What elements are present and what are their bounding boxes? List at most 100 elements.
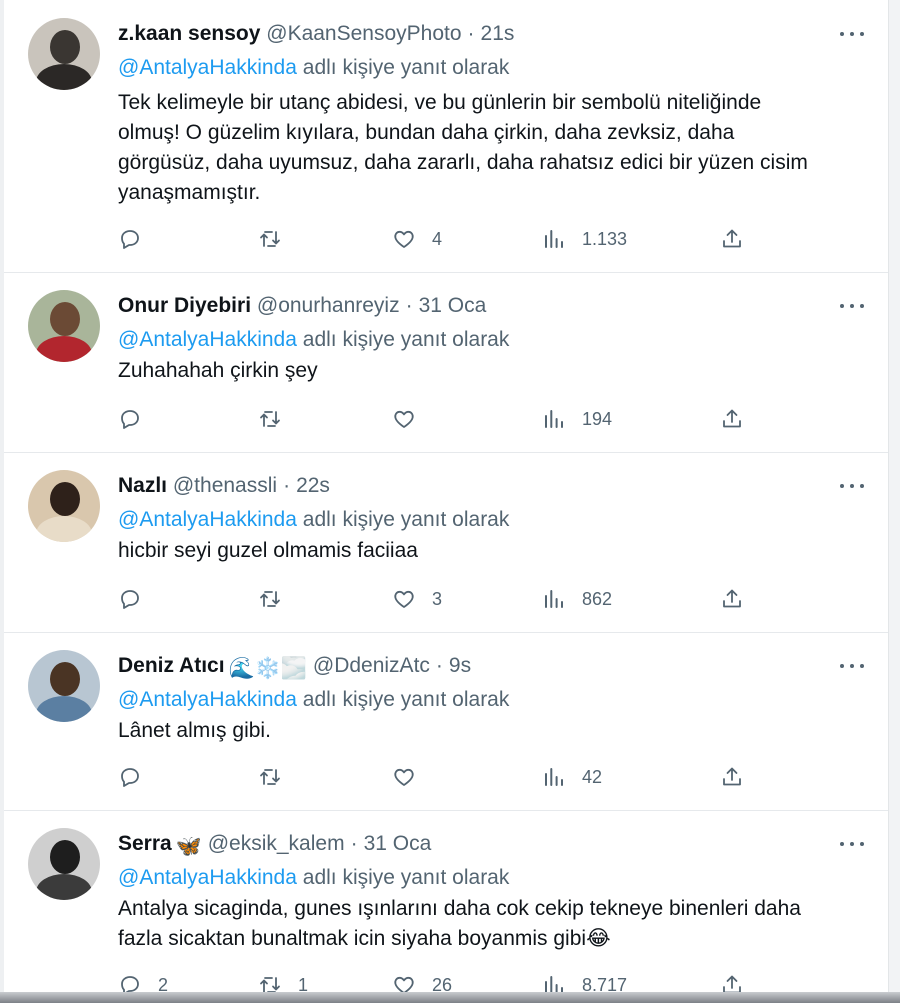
tweet-actions: 42: [118, 762, 778, 792]
tweet[interactable]: Serra 🦋 @eksik_kalem · 31 Oca @AntalyaHakki…: [4, 810, 888, 995]
share-icon: [723, 589, 741, 608]
like-button[interactable]: 4: [392, 224, 442, 254]
tweet-actions: 194: [118, 404, 778, 434]
tweet-text-line: hicbir seyi guzel olmamis faciiaa: [118, 539, 418, 562]
tweet-header: z.kaan sensoy @KaanSensoyPhoto · 21s: [118, 22, 514, 46]
tweet-text-line: Tek kelimeyle bir utanç abidesi, ve bu g…: [118, 91, 762, 114]
tweet[interactable]: z.kaan sensoy @KaanSensoyPhoto · 21s @Anta…: [4, 0, 888, 273]
share-icon: [723, 229, 741, 248]
share-button[interactable]: [720, 224, 744, 254]
like-count: 3: [432, 588, 443, 609]
reply-context: @AntalyaHakkinda adlı kişiye yanıt olara…: [118, 56, 509, 80]
retweet-button[interactable]: [258, 404, 298, 434]
views-button[interactable]: 42: [542, 762, 602, 792]
heart-icon: [394, 768, 414, 786]
tweet-header: Serra 🦋 @eksik_kalem · 31 Oca: [118, 832, 431, 859]
tweet-time[interactable]: 9s: [449, 654, 471, 677]
tweet-text-line: Lânet almış gibi.: [118, 719, 271, 742]
mention-link[interactable]: @AntalyaHakkinda: [118, 688, 297, 711]
view-count: 42: [582, 766, 603, 787]
mention-link[interactable]: @AntalyaHakkinda: [118, 328, 297, 351]
author-handle[interactable]: @thenassli: [173, 474, 277, 497]
views-button[interactable]: 194: [542, 404, 612, 434]
share-button[interactable]: [720, 584, 744, 614]
more-icon[interactable]: [840, 482, 864, 490]
tweet-text-line: görgüsüz, daha uyumsuz, daha zararlı, da…: [118, 151, 808, 174]
retweet-icon: [260, 591, 280, 607]
separator-dot: ·: [283, 474, 291, 497]
author-name[interactable]: Onur Diyebiri: [118, 294, 251, 317]
reply-context: @AntalyaHakkinda adlı kişiye yanıt olara…: [118, 688, 509, 712]
views-button[interactable]: 862: [542, 584, 612, 614]
tweet-text-line: Zuhahahah çirkin şey: [118, 359, 318, 382]
reply-context: @AntalyaHakkinda adlı kişiye yanıt olara…: [118, 866, 509, 890]
tweet-text: Lânet almış gibi.: [118, 716, 878, 746]
views-icon: [545, 230, 563, 248]
more-icon[interactable]: [840, 302, 864, 310]
tweet-header: Nazlı @thenassli · 22s: [118, 474, 330, 498]
reply-button[interactable]: [118, 224, 158, 254]
share-icon: [723, 409, 741, 428]
bottom-overlay-bar: [0, 992, 900, 1003]
author-name[interactable]: Serra: [118, 832, 172, 855]
views-button[interactable]: 1.133: [542, 224, 627, 254]
author-handle[interactable]: @KaanSensoyPhoto: [266, 22, 461, 45]
tweet-text-line: fazla sicaktan bunaltmak icin siyaha boy…: [118, 927, 611, 950]
tweet[interactable]: Nazlı @thenassli · 22s @AntalyaHakkinda ad…: [4, 452, 888, 633]
reply-context-label: adlı kişiye yanıt olarak: [302, 508, 510, 531]
mention-link[interactable]: @AntalyaHakkinda: [118, 56, 297, 79]
more-icon[interactable]: [840, 662, 864, 670]
tweet-text-line: Antalya sicaginda, gunes ışınlarını daha…: [118, 897, 801, 920]
reply-button[interactable]: [118, 404, 158, 434]
avatar[interactable]: [28, 470, 100, 542]
reply-context-label: adlı kişiye yanıt olarak: [302, 866, 510, 889]
like-button[interactable]: [392, 762, 432, 792]
tweet-time[interactable]: 31 Oca: [364, 832, 432, 855]
reply-context-label: adlı kişiye yanıt olarak: [302, 56, 510, 79]
reply-context-label: adlı kişiye yanıt olarak: [302, 328, 510, 351]
share-icon: [723, 767, 741, 786]
separator-dot: ·: [467, 22, 475, 45]
window-right-edge: [888, 0, 900, 1003]
author-handle[interactable]: @DdenizAtc: [313, 654, 430, 677]
reply-context: @AntalyaHakkinda adlı kişiye yanıt olara…: [118, 508, 509, 532]
tweet[interactable]: Onur Diyebiri @onurhanreyiz · 31 Oca @Anta…: [4, 272, 888, 453]
retweet-icon: [260, 411, 280, 427]
author-name[interactable]: Nazlı: [118, 474, 167, 497]
tweet[interactable]: Deniz Atıcı 🌊❄️🌫️ @DdenizAtc · 9s @AntalyaH…: [4, 632, 888, 811]
more-icon[interactable]: [840, 30, 864, 38]
retweet-icon: [260, 231, 280, 247]
tweet-text: Antalya sicaginda, gunes ışınlarını daha…: [118, 894, 878, 954]
reply-button[interactable]: [118, 762, 158, 792]
tweet-time[interactable]: 21s: [481, 22, 515, 45]
avatar[interactable]: [28, 650, 100, 722]
avatar[interactable]: [28, 828, 100, 900]
retweet-button[interactable]: [258, 762, 298, 792]
like-button[interactable]: [392, 404, 432, 434]
like-button[interactable]: 3: [392, 584, 442, 614]
avatar[interactable]: [28, 290, 100, 362]
retweet-icon: [260, 769, 280, 785]
mention-link[interactable]: @AntalyaHakkinda: [118, 508, 297, 531]
author-name[interactable]: z.kaan sensoy: [118, 22, 260, 45]
author-handle[interactable]: @onurhanreyiz: [257, 294, 400, 317]
mention-link[interactable]: @AntalyaHakkinda: [118, 866, 297, 889]
author-handle[interactable]: @eksik_kalem: [208, 832, 345, 855]
tweet-text-line: olmuş! O güzelim kıyılara, bundan daha ç…: [118, 121, 735, 144]
avatar[interactable]: [28, 18, 100, 90]
tweet-time[interactable]: 31 Oca: [419, 294, 487, 317]
retweet-button[interactable]: [258, 584, 298, 614]
reply-button[interactable]: [118, 584, 158, 614]
reply-icon: [121, 230, 139, 249]
more-icon[interactable]: [840, 840, 864, 848]
like-count: 4: [432, 228, 443, 249]
share-button[interactable]: [720, 404, 744, 434]
name-emojis: 🌊❄️🌫️: [228, 657, 308, 680]
tweet-time[interactable]: 22s: [296, 474, 330, 497]
tweet-text: Zuhahahah çirkin şey: [118, 356, 878, 386]
reply-icon: [121, 768, 139, 787]
retweet-button[interactable]: [258, 224, 298, 254]
separator-dot: ·: [405, 294, 413, 317]
author-name[interactable]: Deniz Atıcı: [118, 654, 225, 677]
share-button[interactable]: [720, 762, 744, 792]
